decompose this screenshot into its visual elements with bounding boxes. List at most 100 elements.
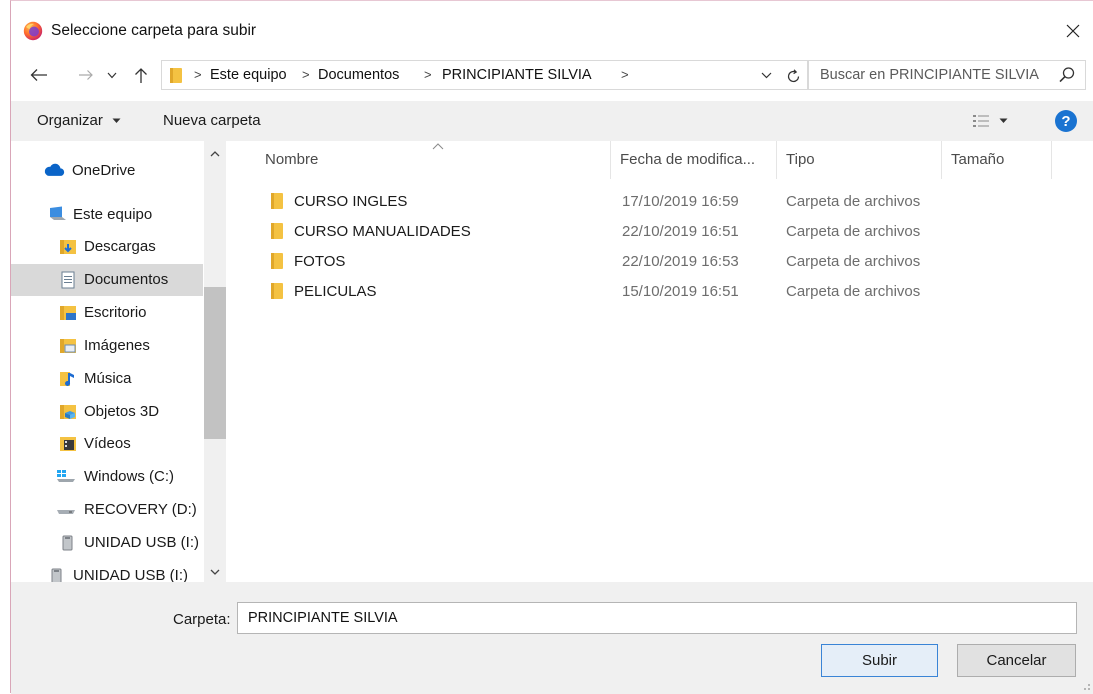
- nav-item-unidad-usb-i[interactable]: UNIDAD USB (I:): [11, 527, 203, 559]
- nav-item-objetos-3d[interactable]: Objetos 3D: [11, 396, 203, 428]
- videos-folder-icon: [59, 435, 77, 453]
- nav-item-onedrive[interactable]: OneDrive: [11, 155, 203, 187]
- nav-item-escritorio[interactable]: Escritorio: [11, 297, 203, 329]
- chevron-down-icon: [761, 72, 771, 78]
- new-folder-button[interactable]: Nueva carpeta: [163, 112, 261, 129]
- documents-folder-icon: [59, 271, 77, 289]
- desktop-folder-icon: [59, 304, 77, 322]
- usb-drive-icon: [59, 534, 77, 552]
- arrow-up-icon: [135, 67, 147, 83]
- file-type: Carpeta de archivos: [786, 253, 921, 270]
- file-name: PELICULAS: [294, 283, 377, 300]
- nav-item-label: Objetos 3D: [84, 403, 160, 420]
- nav-item-documentos[interactable]: Documentos: [11, 264, 203, 296]
- close-icon: [1066, 24, 1080, 38]
- computer-icon: [48, 206, 66, 224]
- nav-item-recovery-d[interactable]: RECOVERY (D:): [11, 494, 203, 526]
- chevron-down-icon: [210, 569, 220, 575]
- folder-icon: [271, 253, 283, 269]
- folder-picker-dialog: Seleccione carpeta para subir > Este equ…: [10, 0, 1093, 694]
- nav-item-label: Windows (C:): [84, 468, 175, 485]
- file-name: FOTOS: [294, 253, 346, 270]
- file-row[interactable]: CURSO INGLES 17/10/2019 16:59 Carpeta de a…: [253, 188, 933, 216]
- details-view-icon: [973, 115, 989, 127]
- nav-item-label: UNIDAD USB (I:): [73, 567, 189, 582]
- file-date: 22/10/2019 16:53: [622, 253, 739, 270]
- resize-grip-icon[interactable]: [1079, 679, 1091, 691]
- breadcrumb-principiante-silvia[interactable]: PRINCIPIANTE SILVIA: [442, 67, 592, 83]
- nav-item-label: Escritorio: [84, 304, 147, 321]
- nav-item-label: Vídeos: [84, 435, 131, 452]
- command-bar: Organizar Nueva carpeta ?: [11, 101, 1093, 141]
- recent-locations-button[interactable]: [103, 61, 121, 89]
- scroll-up-button[interactable]: [204, 145, 226, 163]
- nav-item-imágenes[interactable]: Imágenes: [11, 330, 203, 362]
- column-divider: [776, 141, 777, 179]
- nav-item-label: Música: [84, 370, 132, 387]
- file-row[interactable]: PELICULAS 15/10/2019 16:51 Carpeta de arch…: [253, 278, 933, 306]
- column-header-type[interactable]: Tipo: [786, 151, 815, 168]
- nav-item-label: OneDrive: [72, 162, 136, 179]
- help-button[interactable]: ?: [1055, 110, 1077, 132]
- folder-icon: [271, 193, 283, 209]
- sort-ascending-icon: [432, 143, 444, 150]
- nav-item-label: Descargas: [84, 238, 156, 255]
- music-folder-icon: [59, 370, 77, 388]
- file-type: Carpeta de archivos: [786, 283, 921, 300]
- nav-item-label: Este equipo: [73, 206, 153, 223]
- file-type: Carpeta de archivos: [786, 223, 921, 240]
- nav-item-label: UNIDAD USB (I:): [84, 534, 200, 551]
- nav-item-vídeos[interactable]: Vídeos: [11, 428, 203, 460]
- scrollbar-thumb[interactable]: [204, 287, 226, 439]
- file-row[interactable]: FOTOS 22/10/2019 16:53 Carpeta de archivos: [253, 248, 933, 276]
- up-button[interactable]: [129, 61, 153, 89]
- nav-item-windows-c[interactable]: Windows (C:): [11, 461, 203, 493]
- cancel-button[interactable]: Cancelar: [957, 644, 1076, 677]
- column-divider: [1051, 141, 1052, 179]
- file-date: 22/10/2019 16:51: [622, 223, 739, 240]
- navigation-scrollbar[interactable]: [204, 141, 226, 582]
- folder-name-input[interactable]: [237, 602, 1077, 634]
- arrow-right-icon: [79, 70, 93, 80]
- column-header-date[interactable]: Fecha de modifica...: [620, 151, 755, 168]
- dialog-footer: Carpeta: Subir Cancelar: [11, 582, 1093, 694]
- file-row[interactable]: CURSO MANUALIDADES 22/10/2019 16:51 Carpet…: [253, 218, 933, 246]
- upload-button[interactable]: Subir: [821, 644, 938, 677]
- drive-icon: [55, 501, 75, 519]
- file-list: Nombre Fecha de modifica... Tipo Tamaño …: [227, 141, 1093, 582]
- column-header-size[interactable]: Tamaño: [951, 151, 1004, 168]
- nav-item-label: Imágenes: [84, 337, 150, 354]
- chevron-up-icon: [210, 151, 220, 157]
- forward-button[interactable]: [75, 61, 97, 89]
- pictures-folder-icon: [59, 337, 77, 355]
- breadcrumb-separator-icon: >: [424, 67, 432, 82]
- breadcrumb-este-equipo[interactable]: Este equipo: [210, 67, 287, 83]
- usb-drive-icon: [48, 567, 66, 582]
- breadcrumb-documentos[interactable]: Documentos: [318, 67, 399, 83]
- organize-menu-button[interactable]: Organizar: [37, 112, 121, 129]
- address-history-button[interactable]: [758, 66, 774, 84]
- nav-item-unidad-usb-i[interactable]: UNIDAD USB (I:): [11, 560, 203, 582]
- column-header-name[interactable]: Nombre: [265, 151, 318, 168]
- nav-item-este-equipo[interactable]: Este equipo: [11, 199, 203, 231]
- navigation-pane: OneDrive Este equipo Descargas Documentos Es…: [11, 141, 227, 582]
- search-icon: [1059, 67, 1075, 83]
- nav-item-música[interactable]: Música: [11, 363, 203, 395]
- close-button[interactable]: [1055, 15, 1091, 47]
- folder-icon: [271, 283, 283, 299]
- column-divider: [941, 141, 942, 179]
- refresh-button[interactable]: [782, 65, 804, 87]
- back-button[interactable]: [25, 61, 53, 89]
- dialog-title: Seleccione carpeta para subir: [51, 22, 257, 39]
- file-name: CURSO INGLES: [294, 193, 408, 210]
- refresh-icon: [787, 68, 799, 82]
- arrow-left-icon: [30, 69, 47, 81]
- file-type: Carpeta de archivos: [786, 193, 921, 210]
- breadcrumb-separator-icon: >: [621, 67, 629, 82]
- change-view-button[interactable]: [973, 111, 1021, 131]
- address-bar[interactable]: > Este equipo > Documentos > PRINCIPIANT…: [161, 60, 808, 90]
- search-input[interactable]: [808, 60, 1086, 90]
- organize-label: Organizar: [37, 112, 103, 129]
- scroll-down-button[interactable]: [204, 563, 226, 581]
- nav-item-descargas[interactable]: Descargas: [11, 231, 203, 263]
